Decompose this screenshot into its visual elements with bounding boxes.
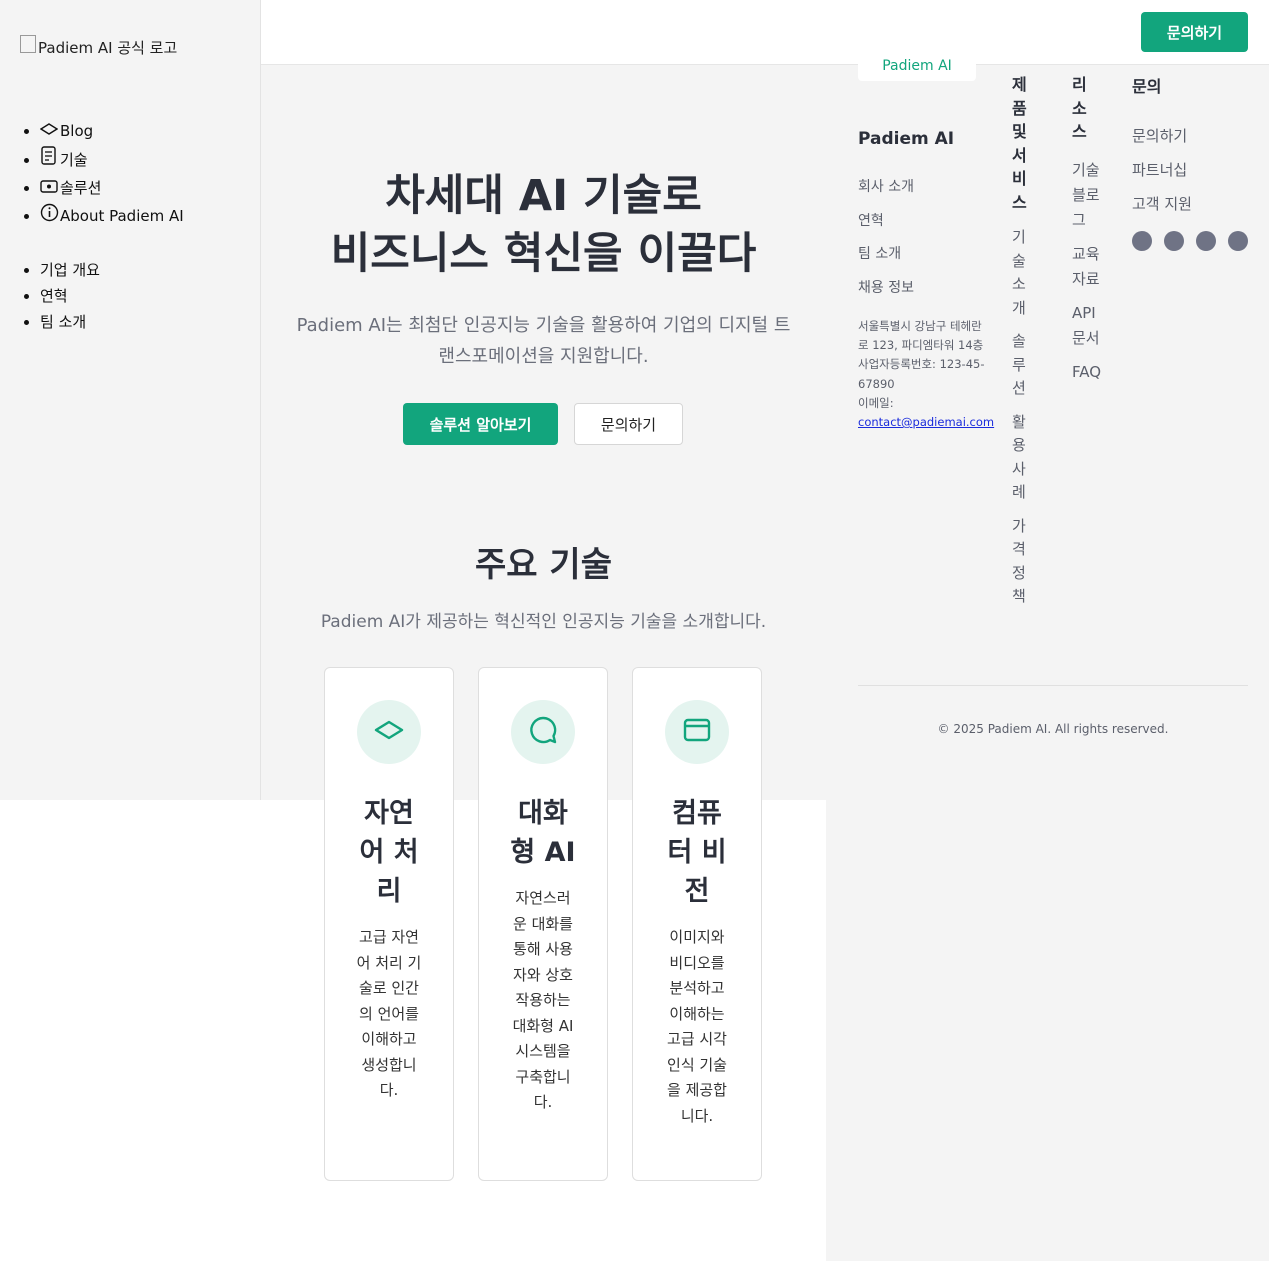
card-title: 대화형 AI [510, 798, 576, 868]
footer-link-careers[interactable]: 채용 정보 [858, 272, 988, 306]
sidebar-subitem-team[interactable]: 팀 소개 [40, 309, 100, 335]
footer-link-inquiry[interactable]: 문의하기 [1132, 119, 1252, 153]
footer-contact-heading: 문의 [1132, 77, 1162, 96]
tech-card-nlp[interactable]: 자연어 처리 고급 자연어 처리 기술로 인간의 언어를 이해하고 생성합니다. [324, 667, 454, 1181]
sidebar-item-label: 기술 [60, 151, 88, 169]
window-icon [683, 718, 711, 746]
chat-bubble-icon [528, 715, 558, 749]
top-header: 문의하기 [261, 0, 1269, 65]
social-icon[interactable] [1228, 231, 1248, 251]
footer-products-column: 제품 및 서비스 기술 소개 솔루션 활용 사례 가격 정책 [1012, 73, 1034, 619]
footer-contact-column: 문의 문의하기 파트너십 고객 지원 [1132, 73, 1252, 251]
footer-divider [858, 685, 1248, 686]
explore-solutions-button[interactable]: 솔루션 알아보기 [403, 403, 558, 445]
footer-link-use-cases[interactable]: 활용 사례 [1012, 411, 1034, 505]
footer-link-about[interactable]: 회사 소개 [858, 171, 988, 205]
card-icon-circle [665, 700, 729, 764]
sidebar-nav: Blog 기술 솔루션 About Padiem AI [0, 118, 184, 231]
footer-company-column: Padiem AI 회사 소개 연혁 팀 소개 채용 정보 서울특별시 강남구 … [858, 129, 994, 432]
footer-link-support[interactable]: 고객 지원 [1132, 187, 1252, 221]
footer-link-solutions[interactable]: 솔루션 [1012, 330, 1034, 401]
hero-title-line-2: 비즈니스 혁신을 이끌다 [330, 229, 757, 279]
tech-card-computer-vision[interactable]: 컴퓨터 비전 이미지와 비디오를 분석하고 이해하는 고급 시각 인식 기술을 … [632, 667, 762, 1181]
hero-title-line-1: 차세대 AI 기술로 [385, 171, 702, 221]
footer-products-heading: 제품 및 서비스 [1012, 75, 1027, 212]
footer-link-education[interactable]: 교육 자료 [1072, 242, 1112, 292]
footer-link-tech-blog[interactable]: 기술 블로그 [1072, 158, 1112, 233]
footer-link-history[interactable]: 연혁 [858, 205, 988, 239]
footer-link-partnership[interactable]: 파트너십 [1132, 153, 1252, 187]
hero-subtitle: Padiem AI는 최첨단 인공지능 기술을 활용하여 기업의 디지털 트랜스… [296, 315, 791, 367]
sidebar-item-label: Blog [60, 122, 94, 140]
sidebar-item-solutions[interactable]: 솔루션 [40, 175, 184, 203]
broken-image-icon [20, 34, 36, 53]
site-logo[interactable]: Padiem AI 공식 로고 [20, 34, 178, 58]
card-description: 자연스러운 대화를 통해 사용자와 상호작용하는 대화형 AI 시스템을 구축합… [512, 889, 574, 1111]
card-description: 고급 자연어 처리 기술로 인간의 언어를 이해하고 생성합니다. [356, 928, 422, 1099]
footer-resources-heading: 리소스 [1072, 75, 1087, 141]
sidebar-item-label: About Padiem AI [60, 207, 184, 225]
sidebar-subnav: 기업 개요 연혁 팀 소개 [0, 257, 100, 335]
sidebar-item-tech[interactable]: 기술 [40, 146, 184, 175]
tech-card-conversational-ai[interactable]: 대화형 AI 자연스러운 대화를 통해 사용자와 상호작용하는 대화형 AI 시… [478, 667, 608, 1181]
card-description: 이미지와 비디오를 분석하고 이해하는 고급 시각 인식 기술을 제공합니다. [667, 928, 727, 1125]
hero-title: 차세대 AI 기술로 비즈니스 혁신을 이끌다 [261, 167, 826, 283]
footer-link-team[interactable]: 팀 소개 [858, 238, 988, 272]
sidebar-item-label: 솔루션 [60, 179, 102, 197]
graduation-icon [39, 119, 60, 146]
card-icon-circle [357, 700, 421, 764]
sidebar: Padiem AI 공식 로고 Blog 기술 솔루션 About Padiem… [0, 0, 261, 800]
social-icon[interactable] [1132, 231, 1152, 251]
footer-logo[interactable]: Padiem AI [858, 55, 976, 81]
social-icon[interactable] [1196, 231, 1216, 251]
card-title: 컴퓨터 비전 [667, 798, 727, 907]
hero-contact-button[interactable]: 문의하기 [574, 403, 683, 445]
sidebar-item-blog[interactable]: Blog [39, 118, 184, 146]
tech-section-subtitle: Padiem AI가 제공하는 혁신적인 인공지능 기술을 소개합니다. [320, 612, 767, 632]
card-icon-circle [511, 700, 575, 764]
footer-link-tech-intro[interactable]: 기술 소개 [1012, 226, 1034, 320]
monitor-icon [40, 176, 60, 203]
footer-resources-column: 리소스 기술 블로그 교육 자료 API 문서 FAQ [1072, 73, 1112, 394]
footer-business-number: 사업자등록번호: 123-45-67890 [858, 357, 985, 391]
sidebar-subitem-history[interactable]: 연혁 [40, 283, 100, 309]
tech-section-title: 주요 기술 [475, 545, 612, 585]
document-icon [40, 146, 60, 175]
card-title: 자연어 처리 [359, 798, 419, 907]
social-icon[interactable] [1164, 231, 1184, 251]
layers-icon [374, 720, 404, 744]
footer-address: 서울특별시 강남구 테헤란로 123, 파디엠타워 14층 [858, 319, 984, 353]
social-links [1132, 231, 1252, 251]
header-contact-button[interactable]: 문의하기 [1141, 12, 1248, 52]
sidebar-subitem-overview[interactable]: 기업 개요 [40, 257, 100, 283]
info-icon [40, 203, 60, 231]
footer-email-label: 이메일: [858, 395, 894, 410]
footer-company-heading: Padiem AI [858, 129, 955, 149]
footer-copyright: © 2025 Padiem AI. All rights reserved. [937, 722, 1169, 736]
footer-email-link[interactable]: contact@padiemai.com [858, 415, 994, 429]
logo-alt-text: Padiem AI 공식 로고 [38, 39, 178, 57]
footer-address-block: 서울특별시 강남구 테헤란로 123, 파디엠타워 14층 사업자등록번호: 1… [858, 317, 994, 432]
footer-link-faq[interactable]: FAQ [1072, 360, 1112, 385]
main-content: 차세대 AI 기술로 비즈니스 혁신을 이끌다 Padiem AI는 최첨단 인… [261, 65, 826, 1261]
footer-link-api-docs[interactable]: API 문서 [1072, 301, 1112, 351]
sidebar-item-about[interactable]: About Padiem AI [40, 203, 184, 231]
footer-link-pricing[interactable]: 가격 정책 [1012, 515, 1034, 609]
site-footer: Padiem AI Padiem AI 회사 소개 연혁 팀 소개 채용 정보 … [826, 55, 1269, 1261]
